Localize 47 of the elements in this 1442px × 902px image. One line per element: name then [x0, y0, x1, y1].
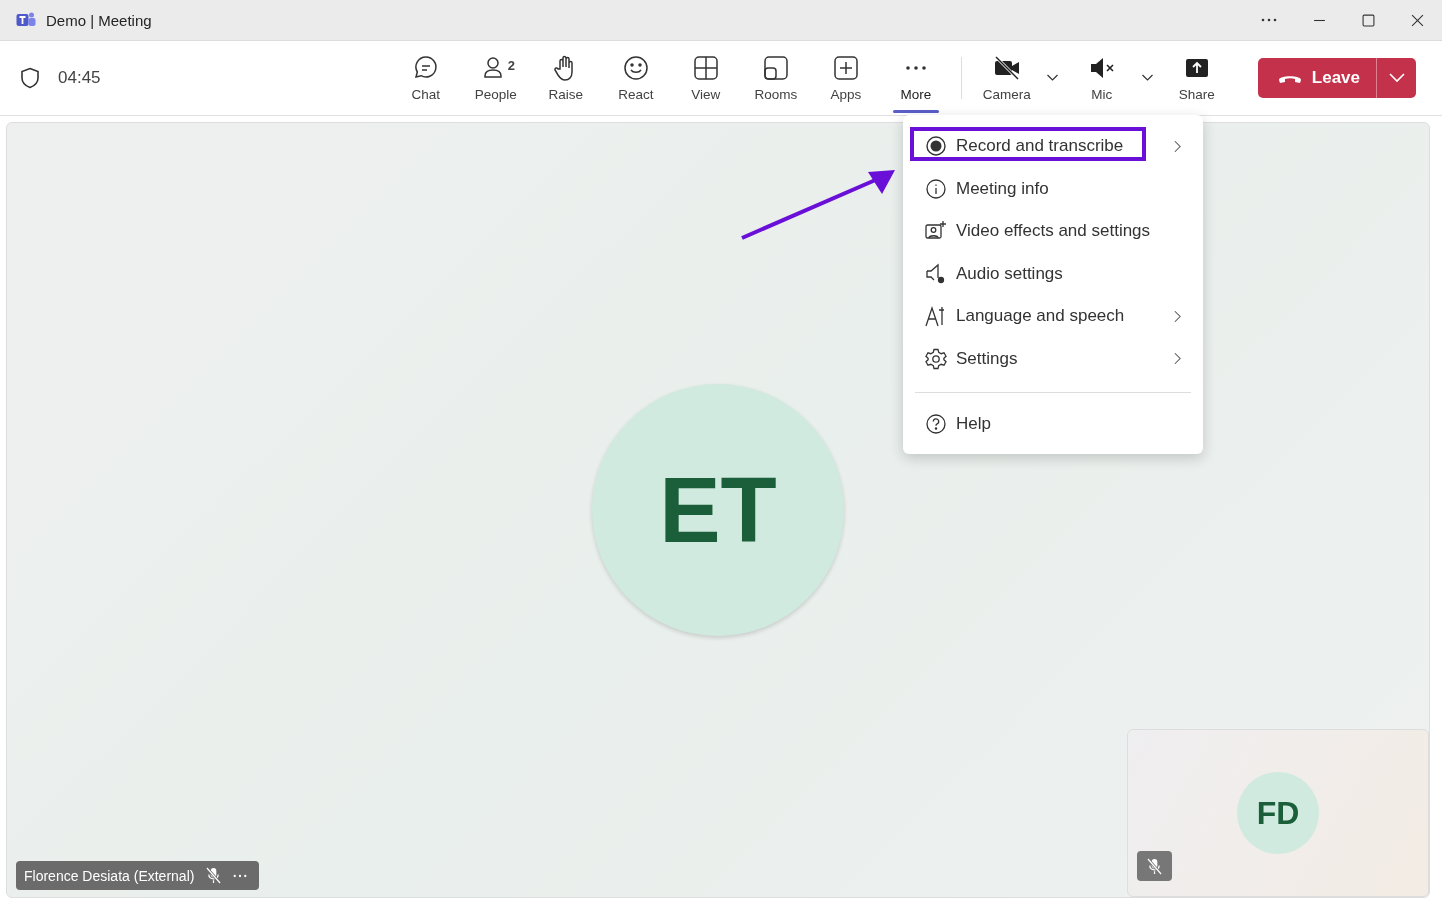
menu-item[interactable]: Meeting info	[903, 167, 1203, 210]
view-icon	[691, 54, 720, 82]
settings-icon	[925, 347, 947, 370]
toolbar-button[interactable]: Chat	[390, 41, 461, 115]
apps-icon	[831, 54, 860, 82]
device-button[interactable]: Camera	[971, 41, 1042, 115]
share-button[interactable]: Share	[1161, 41, 1232, 115]
language-icon	[925, 305, 947, 328]
menu-item[interactable]: Help	[903, 403, 1203, 446]
app-logo-icon	[16, 11, 37, 29]
device-button[interactable]: Mic	[1066, 41, 1137, 115]
info-icon	[925, 177, 947, 200]
more-icon	[904, 65, 927, 71]
close-icon[interactable]	[1411, 13, 1424, 27]
menu-item[interactable]: Language and speech	[903, 295, 1203, 338]
window-title: Demo | Meeting	[46, 11, 152, 29]
menu-item[interactable]: Settings	[903, 337, 1203, 380]
menu-item[interactable]: Record and transcribe	[903, 125, 1203, 168]
chevron-right-icon	[1174, 139, 1181, 153]
participant-avatar: ET	[592, 384, 844, 636]
camera-off-icon	[992, 54, 1021, 82]
toolbar-button[interactable]: Apps	[810, 41, 881, 115]
participant-name: Florence Desiata (External)	[24, 867, 195, 884]
caret-icon[interactable]	[1140, 74, 1154, 82]
toolbar-button[interactable]: 2 People	[460, 41, 531, 115]
caret-icon[interactable]	[1045, 74, 1059, 82]
more-options-icon[interactable]	[233, 873, 248, 878]
help-icon	[925, 413, 947, 436]
maximize-icon[interactable]	[1362, 13, 1375, 27]
toolbar-button[interactable]: View	[670, 41, 741, 115]
menu-item[interactable]: Audio settings	[903, 252, 1203, 295]
record-icon	[925, 135, 947, 158]
chevron-right-icon	[1174, 352, 1181, 366]
rooms-icon	[761, 54, 790, 82]
shield-icon	[20, 67, 40, 89]
caret-icon	[1388, 73, 1405, 83]
toolbar-button[interactable]: Rooms	[740, 41, 811, 115]
toolbar-button[interactable]: More	[880, 41, 951, 115]
menu-item[interactable]: Video effects and settings	[903, 210, 1203, 253]
react-icon	[621, 54, 650, 82]
speaker-gear-icon	[925, 262, 947, 285]
meeting-timer: 04:45	[58, 68, 101, 88]
toolbar-button[interactable]: React	[600, 41, 671, 115]
more-options-icon[interactable]	[1261, 18, 1277, 22]
chevron-right-icon	[1174, 309, 1181, 323]
self-avatar: FD	[1237, 772, 1319, 854]
toolbar-button[interactable]: Raise	[530, 41, 601, 115]
